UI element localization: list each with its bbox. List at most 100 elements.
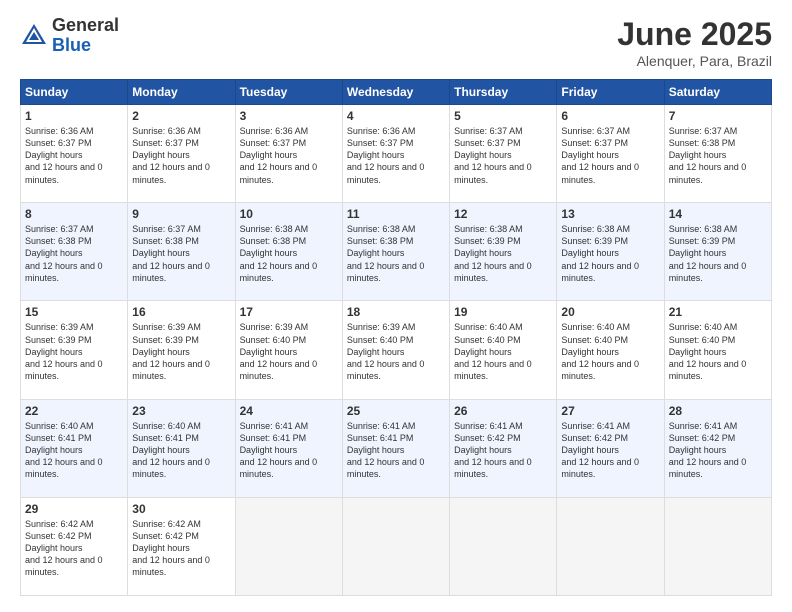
table-row: 7 Sunrise: 6:37 AMSunset: 6:38 PMDaylight… [664, 105, 771, 203]
table-row: 29 Sunrise: 6:42 AMSunset: 6:42 PMDayligh… [21, 497, 128, 595]
table-row: 20 Sunrise: 6:40 AMSunset: 6:40 PMDayligh… [557, 301, 664, 399]
day-detail: Sunrise: 6:38 AMSunset: 6:39 PMDaylight … [669, 223, 767, 284]
table-row: 6Sunrise: 6:37 AMSunset: 6:37 PMDaylight… [557, 105, 664, 203]
day-number: 30 [132, 502, 230, 516]
calendar-table: Sunday Monday Tuesday Wednesday Thursday… [20, 79, 772, 596]
day-number: 9 [132, 207, 230, 221]
day-number: 17 [240, 305, 338, 319]
day-detail: Sunrise: 6:39 AMSunset: 6:40 PMDaylight … [347, 321, 445, 382]
day-detail: Sunrise: 6:39 AMSunset: 6:39 PMDaylight … [132, 321, 230, 382]
header: General Blue June 2025 Alenquer, Para, B… [20, 16, 772, 69]
day-number: 24 [240, 404, 338, 418]
day-number: 16 [132, 305, 230, 319]
day-detail: Sunrise: 6:37 AMSunset: 6:38 PMDaylight … [669, 125, 767, 186]
day-number: 13 [561, 207, 659, 221]
col-sunday: Sunday [21, 80, 128, 105]
table-row [450, 497, 557, 595]
day-number: 23 [132, 404, 230, 418]
day-number: 2 [132, 109, 230, 123]
title-block: June 2025 Alenquer, Para, Brazil [617, 16, 772, 69]
calendar-week-row: 29 Sunrise: 6:42 AMSunset: 6:42 PMDayligh… [21, 497, 772, 595]
day-number: 15 [25, 305, 123, 319]
day-number: 5 [454, 109, 552, 123]
table-row: 23 Sunrise: 6:40 AMSunset: 6:41 PMDayligh… [128, 399, 235, 497]
table-row: 11Sunrise: 6:38 AMSunset: 6:38 PMDayligh… [342, 203, 449, 301]
table-row: 16 Sunrise: 6:39 AMSunset: 6:39 PMDayligh… [128, 301, 235, 399]
calendar-week-row: 8 Sunrise: 6:37 AMSunset: 6:38 PMDaylight… [21, 203, 772, 301]
day-detail: Sunrise: 6:39 AMSunset: 6:40 PMDaylight … [240, 321, 338, 382]
col-thursday: Thursday [450, 80, 557, 105]
day-detail: Sunrise: 6:41 AMSunset: 6:41 PMDaylight … [347, 420, 445, 481]
day-number: 3 [240, 109, 338, 123]
day-detail: Sunrise: 6:36 AMSunset: 6:37 PMDaylight … [347, 125, 445, 186]
day-detail: Sunrise: 6:38 AMSunset: 6:39 PMDaylight … [454, 223, 552, 284]
day-detail: Sunrise: 6:41 AMSunset: 6:41 PMDaylight … [240, 420, 338, 481]
day-number: 8 [25, 207, 123, 221]
table-row: 9 Sunrise: 6:37 AMSunset: 6:38 PMDaylight… [128, 203, 235, 301]
table-row: 12 Sunrise: 6:38 AMSunset: 6:39 PMDayligh… [450, 203, 557, 301]
page: General Blue June 2025 Alenquer, Para, B… [0, 0, 792, 612]
col-monday: Monday [128, 80, 235, 105]
calendar-week-row: 1 Sunrise: 6:36 AMSunset: 6:37 PMDaylight… [21, 105, 772, 203]
table-row: 15 Sunrise: 6:39 AMSunset: 6:39 PMDayligh… [21, 301, 128, 399]
day-detail: Sunrise: 6:41 AMSunset: 6:42 PMDaylight … [561, 420, 659, 481]
table-row: 3Sunrise: 6:36 AMSunset: 6:37 PMDaylight… [235, 105, 342, 203]
day-number: 19 [454, 305, 552, 319]
table-row: 28 Sunrise: 6:41 AMSunset: 6:42 PMDayligh… [664, 399, 771, 497]
day-detail: Sunrise: 6:36 AMSunset: 6:37 PMDaylight … [25, 125, 123, 186]
generalblue-icon [20, 22, 48, 50]
table-row [342, 497, 449, 595]
day-detail: Sunrise: 6:37 AMSunset: 6:37 PMDaylight … [454, 125, 552, 186]
day-detail: Sunrise: 6:40 AMSunset: 6:40 PMDaylight … [561, 321, 659, 382]
day-number: 14 [669, 207, 767, 221]
day-detail: Sunrise: 6:40 AMSunset: 6:41 PMDaylight … [25, 420, 123, 481]
day-detail: Sunrise: 6:40 AMSunset: 6:40 PMDaylight … [669, 321, 767, 382]
col-wednesday: Wednesday [342, 80, 449, 105]
table-row: 30 Sunrise: 6:42 AMSunset: 6:42 PMDayligh… [128, 497, 235, 595]
table-row: 14 Sunrise: 6:38 AMSunset: 6:39 PMDayligh… [664, 203, 771, 301]
logo-text: General Blue [52, 16, 119, 56]
day-detail: Sunrise: 6:37 AMSunset: 6:38 PMDaylight … [132, 223, 230, 284]
col-saturday: Saturday [664, 80, 771, 105]
table-row: 27 Sunrise: 6:41 AMSunset: 6:42 PMDayligh… [557, 399, 664, 497]
col-tuesday: Tuesday [235, 80, 342, 105]
day-number: 4 [347, 109, 445, 123]
day-detail: Sunrise: 6:38 AMSunset: 6:38 PMDaylight … [240, 223, 338, 284]
logo: General Blue [20, 16, 119, 56]
day-detail: Sunrise: 6:40 AMSunset: 6:40 PMDaylight … [454, 321, 552, 382]
day-detail: Sunrise: 6:42 AMSunset: 6:42 PMDaylight … [25, 518, 123, 579]
day-number: 28 [669, 404, 767, 418]
table-row: 1 Sunrise: 6:36 AMSunset: 6:37 PMDaylight… [21, 105, 128, 203]
table-row: 2 Sunrise: 6:36 AMSunset: 6:37 PMDaylight… [128, 105, 235, 203]
day-detail: Sunrise: 6:41 AMSunset: 6:42 PMDaylight … [669, 420, 767, 481]
table-row: 26Sunrise: 6:41 AMSunset: 6:42 PMDayligh… [450, 399, 557, 497]
day-detail: Sunrise: 6:37 AMSunset: 6:37 PMDaylight … [561, 125, 659, 186]
day-detail: Sunrise: 6:39 AMSunset: 6:39 PMDaylight … [25, 321, 123, 382]
table-row: 13Sunrise: 6:38 AMSunset: 6:39 PMDayligh… [557, 203, 664, 301]
day-detail: Sunrise: 6:42 AMSunset: 6:42 PMDaylight … [132, 518, 230, 579]
day-number: 21 [669, 305, 767, 319]
table-row: 17 Sunrise: 6:39 AMSunset: 6:40 PMDayligh… [235, 301, 342, 399]
table-row: 25 Sunrise: 6:41 AMSunset: 6:41 PMDayligh… [342, 399, 449, 497]
day-number: 27 [561, 404, 659, 418]
location: Alenquer, Para, Brazil [617, 53, 772, 69]
calendar-header-row: Sunday Monday Tuesday Wednesday Thursday… [21, 80, 772, 105]
calendar-week-row: 22Sunrise: 6:40 AMSunset: 6:41 PMDayligh… [21, 399, 772, 497]
table-row [235, 497, 342, 595]
month-title: June 2025 [617, 16, 772, 53]
day-detail: Sunrise: 6:40 AMSunset: 6:41 PMDaylight … [132, 420, 230, 481]
day-detail: Sunrise: 6:36 AMSunset: 6:37 PMDaylight … [132, 125, 230, 186]
day-number: 7 [669, 109, 767, 123]
table-row: 18 Sunrise: 6:39 AMSunset: 6:40 PMDayligh… [342, 301, 449, 399]
day-number: 12 [454, 207, 552, 221]
day-number: 25 [347, 404, 445, 418]
table-row: 5 Sunrise: 6:37 AMSunset: 6:37 PMDaylight… [450, 105, 557, 203]
table-row: 10Sunrise: 6:38 AMSunset: 6:38 PMDayligh… [235, 203, 342, 301]
day-number: 20 [561, 305, 659, 319]
day-number: 29 [25, 502, 123, 516]
table-row: 24 Sunrise: 6:41 AMSunset: 6:41 PMDayligh… [235, 399, 342, 497]
day-number: 18 [347, 305, 445, 319]
table-row: 21 Sunrise: 6:40 AMSunset: 6:40 PMDayligh… [664, 301, 771, 399]
day-detail: Sunrise: 6:37 AMSunset: 6:38 PMDaylight … [25, 223, 123, 284]
day-number: 1 [25, 109, 123, 123]
